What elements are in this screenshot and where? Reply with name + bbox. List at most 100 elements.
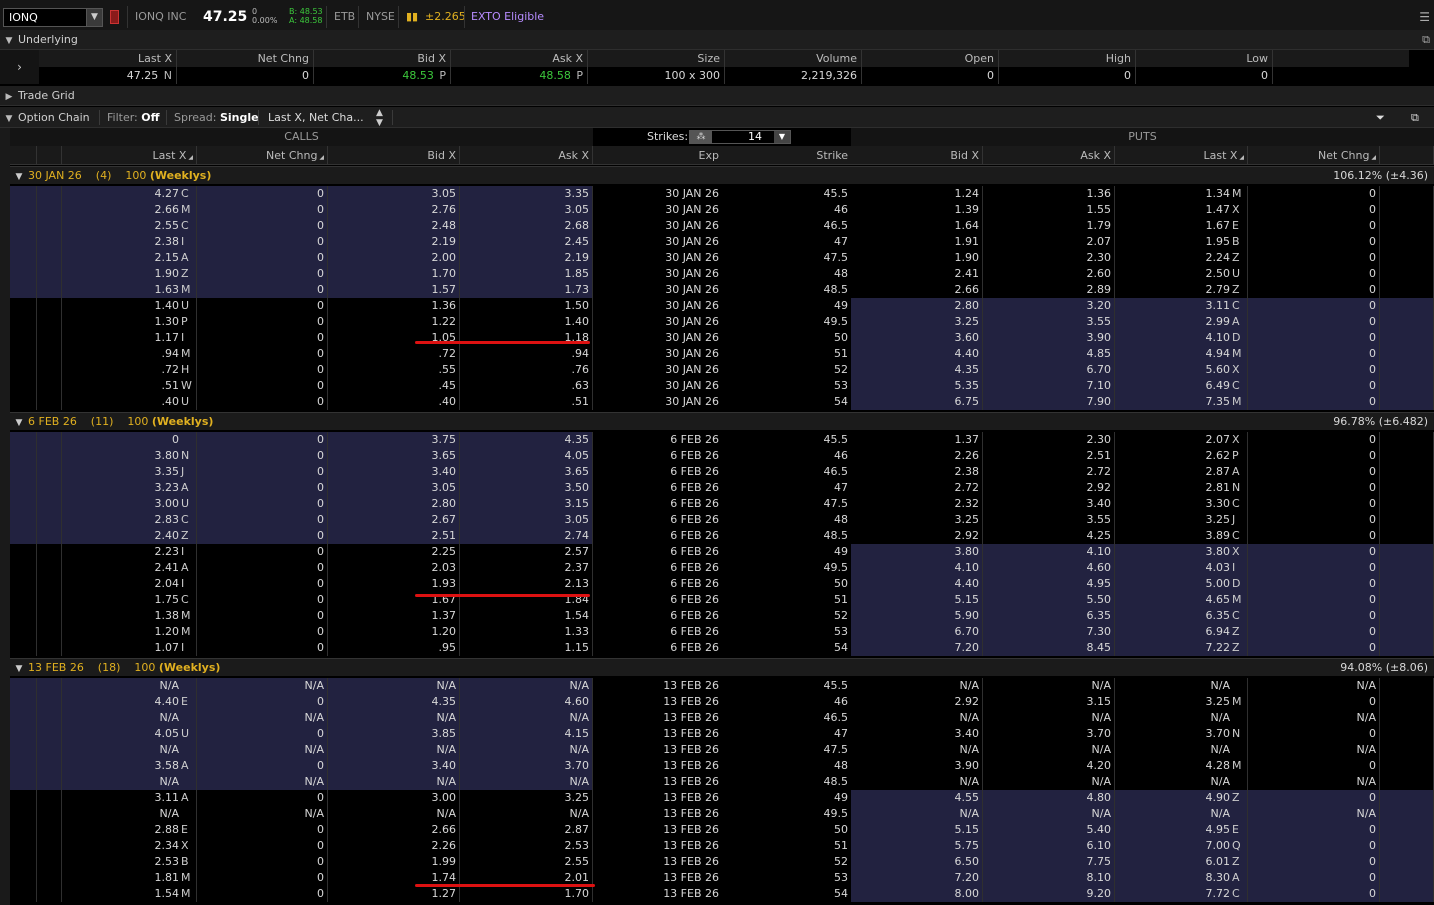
cell-pb[interactable]: 1.24: [851, 186, 983, 202]
cell-cb[interactable]: 3.40: [328, 758, 460, 774]
cell-cb[interactable]: 3.05: [328, 480, 460, 496]
cell-pa[interactable]: N/A: [983, 742, 1115, 758]
cell-pa[interactable]: 6.10: [983, 838, 1115, 854]
cell-pa[interactable]: 7.75: [983, 854, 1115, 870]
underlying-section-header[interactable]: ▼ Underlying ⧉: [0, 30, 1434, 50]
cell-cb[interactable]: 1.57: [328, 282, 460, 298]
symbol-dropdown-icon[interactable]: ▼: [86, 8, 103, 27]
chevron-down-icon[interactable]: ▼: [774, 131, 790, 143]
layout-stepper-icon[interactable]: ▲ ▼: [376, 108, 383, 129]
chevron-down-icon[interactable]: ▼: [0, 31, 18, 51]
cell-cb[interactable]: 3.00: [328, 790, 460, 806]
cell-pb[interactable]: 6.75: [851, 394, 983, 410]
cell-cb[interactable]: 3.85: [328, 726, 460, 742]
alert-flag-icon[interactable]: [110, 10, 119, 24]
cell-ca[interactable]: 3.35: [460, 186, 593, 202]
cell-pb[interactable]: 3.25: [851, 314, 983, 330]
cell-ca[interactable]: 2.74: [460, 528, 593, 544]
filter-control[interactable]: Filter: Off: [107, 107, 160, 128]
chevron-down-icon[interactable]: ▼: [0, 109, 18, 130]
cell-pa[interactable]: N/A: [983, 774, 1115, 790]
cell-pb[interactable]: N/A: [851, 774, 983, 790]
cell-cb[interactable]: N/A: [328, 710, 460, 726]
column-header-cl[interactable]: Last X ◢: [62, 146, 197, 165]
cell-pb[interactable]: N/A: [851, 678, 983, 694]
cell-ca[interactable]: 1.33: [460, 624, 593, 640]
cell-ca[interactable]: .76: [460, 362, 593, 378]
cell-pa[interactable]: 3.70: [983, 726, 1115, 742]
spread-control[interactable]: Spread: Single: [174, 107, 259, 128]
cell-cb[interactable]: 2.19: [328, 234, 460, 250]
cell-pa[interactable]: 4.20: [983, 758, 1115, 774]
cell-ca[interactable]: 1.85: [460, 266, 593, 282]
cell-ca[interactable]: 2.45: [460, 234, 593, 250]
cell-pa[interactable]: 8.10: [983, 870, 1115, 886]
cell-cb[interactable]: .95: [328, 640, 460, 656]
cell-pa[interactable]: 2.92: [983, 480, 1115, 496]
cell-ca[interactable]: N/A: [460, 742, 593, 758]
column-header-cb[interactable]: Bid X: [328, 146, 460, 165]
cell-pa[interactable]: 2.30: [983, 432, 1115, 448]
cell-pa[interactable]: 3.20: [983, 298, 1115, 314]
cell-cb[interactable]: 2.51: [328, 528, 460, 544]
underlying-header-high[interactable]: High: [999, 50, 1136, 67]
column-header-ca[interactable]: Ask X: [460, 146, 593, 165]
cell-pa[interactable]: 4.10: [983, 544, 1115, 560]
cell-pb[interactable]: 4.10: [851, 560, 983, 576]
cell-pa[interactable]: 7.30: [983, 624, 1115, 640]
cell-pa[interactable]: 3.15: [983, 694, 1115, 710]
option-chain-header[interactable]: ▼ Option Chain: [0, 107, 90, 128]
cell-cb[interactable]: 1.27: [328, 886, 460, 902]
sort-icon[interactable]: ◢: [186, 154, 193, 161]
cell-cb[interactable]: 1.36: [328, 298, 460, 314]
cell-pa[interactable]: 1.36: [983, 186, 1115, 202]
cell-ca[interactable]: 1.50: [460, 298, 593, 314]
cell-pb[interactable]: 4.35: [851, 362, 983, 378]
cell-cb[interactable]: 3.75: [328, 432, 460, 448]
cell-pa[interactable]: 5.40: [983, 822, 1115, 838]
cell-pb[interactable]: 2.32: [851, 496, 983, 512]
strikes-grid-icon[interactable]: ⁂: [690, 131, 712, 143]
underlying-header-size[interactable]: Size: [588, 50, 725, 67]
cell-ca[interactable]: 2.13: [460, 576, 593, 592]
cell-pb[interactable]: 3.90: [851, 758, 983, 774]
cell-pa[interactable]: N/A: [983, 678, 1115, 694]
cell-pb[interactable]: 1.64: [851, 218, 983, 234]
cell-pb[interactable]: 7.20: [851, 870, 983, 886]
underlying-header-net-chng[interactable]: Net Chng: [177, 50, 314, 67]
cell-pb[interactable]: 6.50: [851, 854, 983, 870]
cell-pa[interactable]: 4.95: [983, 576, 1115, 592]
cell-pb[interactable]: 1.37: [851, 432, 983, 448]
cell-pb[interactable]: N/A: [851, 806, 983, 822]
cell-pa[interactable]: 1.55: [983, 202, 1115, 218]
cell-pa[interactable]: 7.10: [983, 378, 1115, 394]
cell-pb[interactable]: N/A: [851, 710, 983, 726]
cell-pa[interactable]: 4.85: [983, 346, 1115, 362]
cell-pb[interactable]: 6.70: [851, 624, 983, 640]
column-header-exp[interactable]: Exp: [593, 146, 722, 165]
cell-ca[interactable]: 2.87: [460, 822, 593, 838]
cell-ca[interactable]: 4.15: [460, 726, 593, 742]
cell-cb[interactable]: 1.99: [328, 854, 460, 870]
cell-cb[interactable]: 2.48: [328, 218, 460, 234]
cell-cb[interactable]: 1.93: [328, 576, 460, 592]
cell-pb[interactable]: 2.41: [851, 266, 983, 282]
cell-ca[interactable]: N/A: [460, 710, 593, 726]
menu-icon[interactable]: ☰: [1419, 10, 1430, 24]
cell-pb[interactable]: 5.90: [851, 608, 983, 624]
cell-pb[interactable]: 2.26: [851, 448, 983, 464]
cell-cb[interactable]: 1.22: [328, 314, 460, 330]
cell-ca[interactable]: 2.37: [460, 560, 593, 576]
cell-pa[interactable]: 3.55: [983, 314, 1115, 330]
cell-pa[interactable]: N/A: [983, 710, 1115, 726]
cell-pb[interactable]: 3.40: [851, 726, 983, 742]
cell-cb[interactable]: 2.67: [328, 512, 460, 528]
cell-pb[interactable]: 8.00: [851, 886, 983, 902]
cell-pb[interactable]: 5.75: [851, 838, 983, 854]
cell-ca[interactable]: N/A: [460, 678, 593, 694]
cell-cb[interactable]: .45: [328, 378, 460, 394]
cell-pa[interactable]: 7.90: [983, 394, 1115, 410]
cell-pb[interactable]: N/A: [851, 742, 983, 758]
column-header-pb[interactable]: Bid X: [851, 146, 983, 165]
cell-pa[interactable]: 8.45: [983, 640, 1115, 656]
